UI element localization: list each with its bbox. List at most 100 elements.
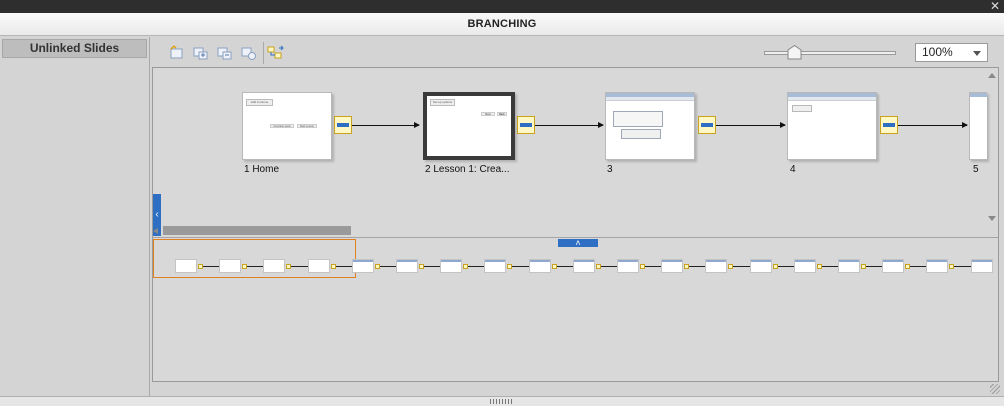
overview-connector xyxy=(684,264,690,269)
overview-slide-titlebar xyxy=(618,260,638,262)
overview-connector xyxy=(640,264,645,269)
close-icon[interactable]: ✕ xyxy=(990,0,1000,13)
branch-arrow-3 xyxy=(716,122,786,128)
toolbar-divider xyxy=(263,42,264,64)
overview-connector xyxy=(463,264,469,269)
zoom-select[interactable]: 100% xyxy=(915,43,988,62)
overview-connector xyxy=(772,264,778,269)
slide-2-button-1: Next xyxy=(481,112,495,116)
overview-connector xyxy=(330,264,336,269)
slide-label-3: 3 xyxy=(607,164,613,175)
overview-connector xyxy=(198,264,203,269)
slide-1-button-3: Start Lesson xyxy=(297,124,317,128)
slide-flow-strip: Add to Home Complete steps Start Lesson … xyxy=(153,68,998,238)
branch-connector-2[interactable] xyxy=(517,116,535,134)
slide-thumbnail-1[interactable]: Add to Home Complete steps Start Lesson xyxy=(242,92,332,160)
scroll-down-arrow-icon[interactable] xyxy=(988,216,996,221)
slide-label-2: 2 Lesson 1: Crea... xyxy=(425,164,510,175)
branch-arrow-1 xyxy=(352,122,420,128)
slide-3-dialog xyxy=(613,111,663,127)
zoom-slider-thumb[interactable] xyxy=(787,45,802,60)
overview-connector xyxy=(242,264,248,269)
overview-slide-titlebar xyxy=(706,260,727,262)
collapse-group-icon[interactable] xyxy=(216,45,233,61)
overview-connector xyxy=(419,264,424,269)
branch-connector-1[interactable] xyxy=(334,116,352,134)
slide-thumbnail-2[interactable]: Set up options Next Back xyxy=(423,92,515,160)
splitter-grip-icon[interactable] xyxy=(490,399,512,404)
overview-slide-thumbnail[interactable] xyxy=(970,259,993,273)
slide-thumbnail-3[interactable] xyxy=(605,92,695,160)
overview-slide-thumbnail[interactable] xyxy=(793,259,816,273)
slide-4-toolbar xyxy=(788,97,876,101)
horizontal-scrollbar[interactable] xyxy=(163,226,983,235)
slide-1-button-2: Complete steps xyxy=(270,124,294,128)
slide-4-callout xyxy=(792,105,812,112)
overview-connector xyxy=(861,264,866,269)
overview-slide-thumbnail[interactable] xyxy=(175,259,197,273)
slide-1-button-1: Add to Home xyxy=(246,99,273,106)
expand-group-icon[interactable] xyxy=(192,45,209,61)
overview-slide-titlebar xyxy=(397,260,417,262)
bottom-splitter[interactable] xyxy=(0,396,1004,406)
overview-slide-titlebar xyxy=(662,260,683,262)
overview-connector xyxy=(286,264,292,269)
overview-slide-thumbnail[interactable] xyxy=(307,259,330,273)
slide-2-title: Set up options xyxy=(430,99,455,106)
branching-toolbar: 100% xyxy=(152,37,1004,68)
slide-thumbnail-4[interactable] xyxy=(787,92,877,160)
resize-grip-icon[interactable] xyxy=(990,384,1000,394)
overview-connector xyxy=(728,264,734,269)
create-group-icon[interactable] xyxy=(168,45,185,61)
horizontal-scrollbar-thumb[interactable] xyxy=(163,226,351,235)
slide-label-1: 1 Home xyxy=(244,164,280,175)
slide-3-callout xyxy=(621,129,661,139)
branch-connector-4[interactable] xyxy=(880,116,898,134)
overview-slide-titlebar xyxy=(573,260,594,262)
slide-overview-strip[interactable] xyxy=(153,239,998,279)
slide-2-button-2: Back xyxy=(497,112,507,116)
scroll-up-arrow-icon[interactable] xyxy=(988,73,996,78)
branching-canvas[interactable]: Add to Home Complete steps Start Lesson … xyxy=(152,67,999,382)
export-flowchart-icon[interactable] xyxy=(267,45,284,61)
overview-slide-thumbnail[interactable] xyxy=(484,259,507,273)
overview-slide-thumbnail[interactable] xyxy=(749,259,772,273)
overview-slide-thumbnail[interactable] xyxy=(396,259,418,273)
slide-thumbnail-5[interactable] xyxy=(969,92,987,160)
overview-slide-titlebar xyxy=(839,260,859,262)
overview-slide-thumbnail[interactable] xyxy=(572,259,595,273)
overview-slide-thumbnail[interactable] xyxy=(351,259,374,273)
overview-slide-thumbnail[interactable] xyxy=(440,259,463,273)
overview-connector xyxy=(374,264,380,269)
overview-slide-titlebar xyxy=(971,260,992,262)
zoom-slider[interactable] xyxy=(764,45,896,60)
overview-connector xyxy=(949,264,955,269)
overview-slide-titlebar xyxy=(529,260,550,262)
overview-connector xyxy=(595,264,601,269)
unlinked-slides-header: Unlinked Slides xyxy=(2,39,147,58)
overview-connector xyxy=(816,264,822,269)
overview-slide-thumbnail[interactable] xyxy=(219,259,242,273)
overview-slide-titlebar xyxy=(750,260,771,262)
panel-title-bar: BRANCHING xyxy=(0,13,1004,36)
overview-slide-titlebar xyxy=(883,260,904,262)
branch-arrow-4 xyxy=(898,122,968,128)
overview-slide-thumbnail[interactable] xyxy=(926,259,949,273)
overview-slide-thumbnail[interactable] xyxy=(617,259,639,273)
overview-connector xyxy=(507,264,513,269)
overview-slide-thumbnail[interactable] xyxy=(528,259,551,273)
slide-3-toolbar xyxy=(606,97,694,101)
branch-connector-3[interactable] xyxy=(698,116,716,134)
overview-slide-thumbnail[interactable] xyxy=(838,259,860,273)
slide-label-5: 5 xyxy=(973,164,979,175)
scroll-left-arrow-icon[interactable] xyxy=(153,228,158,234)
overview-slide-thumbnail[interactable] xyxy=(263,259,286,273)
overview-slide-titlebar xyxy=(441,260,462,262)
slide-5-titlebar xyxy=(970,93,987,97)
overview-connector xyxy=(905,264,911,269)
overview-connector xyxy=(551,264,557,269)
overview-slide-thumbnail[interactable] xyxy=(705,259,728,273)
ungroup-icon[interactable] xyxy=(240,45,257,61)
overview-slide-thumbnail[interactable] xyxy=(882,259,905,273)
overview-slide-thumbnail[interactable] xyxy=(661,259,684,273)
